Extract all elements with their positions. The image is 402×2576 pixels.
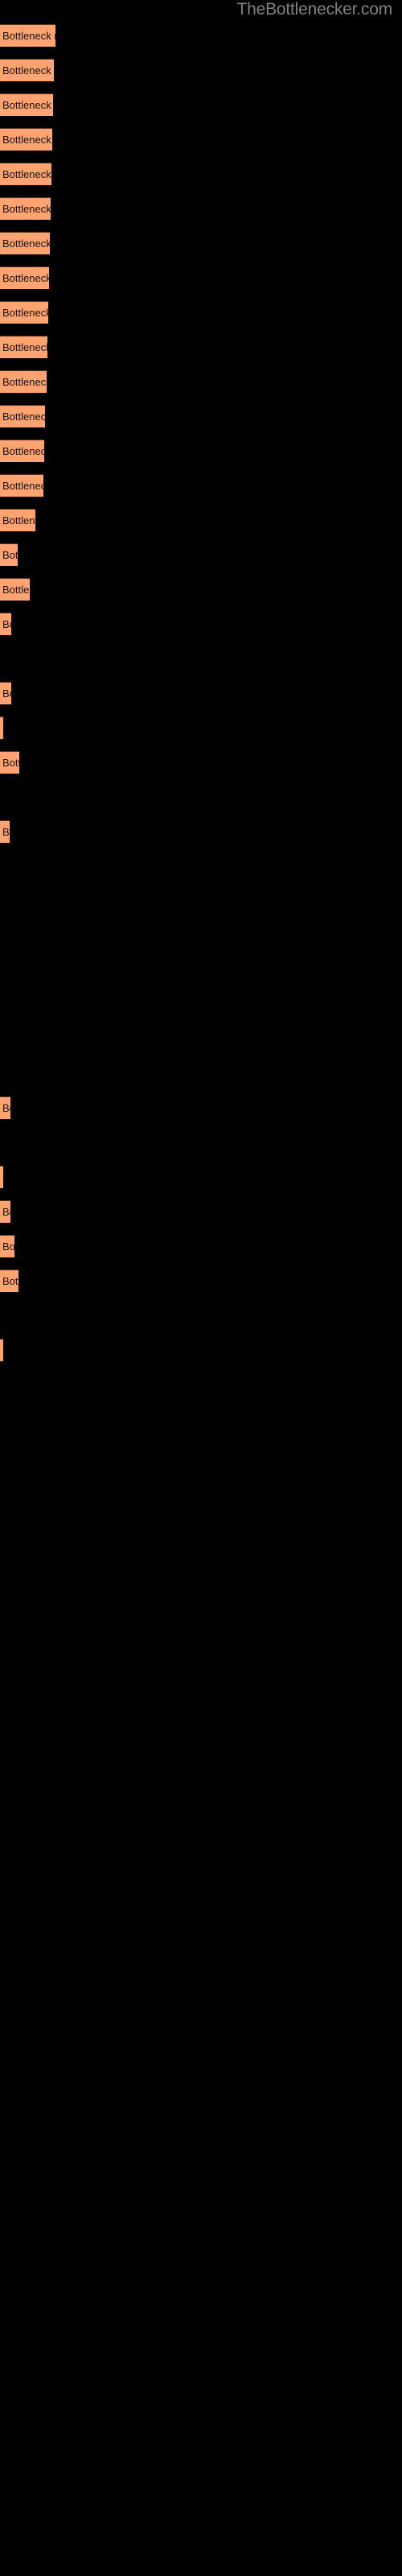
- bar-label: Bottleneck result: [2, 757, 19, 769]
- bar-label: Bottleneck result: [2, 1206, 10, 1218]
- bar-row: Bottleneck result: [0, 1235, 402, 1257]
- bar[interactable]: Bottleneck result: [0, 578, 30, 601]
- bar[interactable]: Bottleneck result: [0, 474, 43, 497]
- bar[interactable]: Bottleneck result: [0, 163, 51, 185]
- bar-label: Bottleneck result: [2, 445, 44, 457]
- bar-row: Bottleneck result: [0, 543, 402, 566]
- bar-label: Bottleneck result: [2, 549, 18, 561]
- bar-row: Bottleneck result: [0, 1096, 402, 1119]
- bar-label: Bottleneck result: [2, 64, 54, 76]
- bar-row: Bottleneck result: [0, 301, 402, 324]
- bar-row: Bottleneck result: [0, 820, 402, 843]
- bar-label: Bottleneck result: [2, 411, 45, 423]
- bar-label: Bottleneck result: [2, 99, 53, 111]
- bar-label: Bottleneck result: [2, 1102, 10, 1114]
- bar[interactable]: Bottleneck result: [0, 440, 44, 462]
- bar[interactable]: Bottleneck result: [0, 1235, 14, 1257]
- bar[interactable]: Bottleneck result: [0, 1096, 10, 1119]
- bar-row: Bottleneck result: [0, 197, 402, 220]
- bar[interactable]: Bottleneck result: [0, 24, 55, 47]
- bar-row: Bottleneck result: [0, 509, 402, 531]
- bar-label: Bottleneck result: [2, 717, 3, 739]
- bar-label: Bottleneck result: [2, 1166, 3, 1188]
- bar-label: Bottleneck result: [2, 480, 43, 492]
- bar-row: Bottleneck result: [0, 716, 402, 739]
- bar-label: Bottleneck result: [2, 584, 30, 596]
- bars-layer: Bottleneck result Bottleneck result Bottle…: [0, 0, 402, 2576]
- bar[interactable]: Bottleneck result: [0, 543, 18, 566]
- bottleneck-bar-chart: TheBottlenecker.com Bottleneck resultBot…: [0, 0, 402, 2576]
- bar-label: Bottleneck result: [2, 341, 47, 353]
- bar[interactable]: Bottleneck result: [0, 1339, 3, 1361]
- bar-label: Bottleneck result: [2, 168, 51, 180]
- bar[interactable]: Bottleneck result: [0, 682, 11, 704]
- bar-row: Bottleneck result: [0, 405, 402, 427]
- bar-row: Bottleneck result: [0, 682, 402, 704]
- bar-label: Bottleneck result: [2, 1275, 18, 1287]
- bar-label: Bottleneck result: [2, 134, 52, 146]
- bar-label: Bottleneck result: [2, 376, 47, 388]
- bar-row: Bottleneck result: [0, 266, 402, 289]
- bar[interactable]: Bottleneck result: [0, 1166, 3, 1188]
- bar-label: Bottleneck result: [2, 307, 48, 319]
- bar-row: Bottleneck result: [0, 578, 402, 601]
- bar[interactable]: Bottleneck result: [0, 613, 11, 635]
- bar-row: Bottleneck result: [0, 370, 402, 393]
- bar-row: Bottleneck result: [0, 128, 402, 151]
- bar-label: Bottleneck result: [2, 30, 55, 42]
- bar[interactable]: Bottleneck result: [0, 716, 3, 739]
- bar-label: Bottleneck result: [2, 514, 35, 526]
- bar-label: Bottleneck result: [2, 826, 10, 838]
- bar-row: Bottleneck result: [0, 1269, 402, 1292]
- bar-label: Bottleneck result: [2, 237, 50, 250]
- bar[interactable]: Bottleneck result: [0, 751, 19, 774]
- bar-row: Bottleneck result: [0, 474, 402, 497]
- bar-row: Bottleneck result: [0, 24, 402, 47]
- bar-label: Bottleneck result: [2, 618, 11, 630]
- bar[interactable]: Bottleneck result: [0, 232, 50, 254]
- bar-label: Bottleneck result: [2, 203, 51, 215]
- bar[interactable]: Bottleneck result: [0, 197, 51, 220]
- bar[interactable]: Bottleneck result: [0, 1269, 18, 1292]
- bar-label: Bottleneck result: [2, 1241, 14, 1253]
- bar-row: Bottleneck result: [0, 751, 402, 774]
- bar-row: Bottleneck result: [0, 336, 402, 358]
- bar-row: Bottleneck result: [0, 59, 402, 81]
- bar-row: Bottleneck result: [0, 1339, 402, 1361]
- bar[interactable]: Bottleneck result: [0, 1200, 10, 1223]
- bar[interactable]: Bottleneck result: [0, 93, 53, 116]
- bar[interactable]: Bottleneck result: [0, 336, 47, 358]
- bar[interactable]: Bottleneck result: [0, 266, 49, 289]
- bar-row: Bottleneck result: [0, 613, 402, 635]
- bar-label: Bottleneck result: [2, 272, 49, 284]
- bar-row: Bottleneck result: [0, 440, 402, 462]
- bar-row: Bottleneck result: [0, 163, 402, 185]
- bar-label: Bottleneck result: [2, 1340, 3, 1361]
- bar[interactable]: Bottleneck result: [0, 509, 35, 531]
- bar[interactable]: Bottleneck result: [0, 405, 45, 427]
- bar[interactable]: Bottleneck result: [0, 59, 54, 81]
- bar-row: Bottleneck result: [0, 232, 402, 254]
- bar-row: Bottleneck result: [0, 93, 402, 116]
- bar-row: Bottleneck result: [0, 1166, 402, 1188]
- bar[interactable]: Bottleneck result: [0, 370, 47, 393]
- bar[interactable]: Bottleneck result: [0, 820, 10, 843]
- bar[interactable]: Bottleneck result: [0, 301, 48, 324]
- bar-row: Bottleneck result: [0, 1200, 402, 1223]
- bar-label: Bottleneck result: [2, 687, 11, 700]
- bar[interactable]: Bottleneck result: [0, 128, 52, 151]
